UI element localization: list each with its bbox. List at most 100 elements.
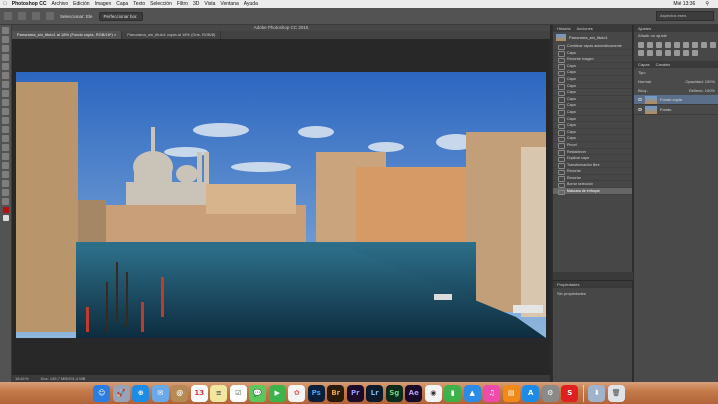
history-item[interactable]: Capa bbox=[553, 116, 632, 123]
ibooks-icon[interactable]: ▤ bbox=[502, 384, 520, 402]
layer-kind-select[interactable]: Tipo bbox=[638, 70, 646, 75]
history-item[interactable]: Capa bbox=[553, 102, 632, 109]
calendar-icon[interactable]: 13 bbox=[190, 384, 208, 402]
refine-edge-button[interactable]: Perfeccionar bor. bbox=[98, 11, 143, 21]
workspace-select[interactable]: Aspectos esen. bbox=[656, 11, 714, 21]
menu-texto[interactable]: Texto bbox=[133, 0, 145, 8]
system-preferences-icon[interactable]: ⚙ bbox=[541, 384, 559, 402]
zoom-level[interactable]: 18,61% bbox=[15, 375, 29, 382]
safari-icon[interactable]: ⊕ bbox=[132, 384, 150, 402]
eyedropper-tool-icon[interactable] bbox=[2, 72, 9, 79]
marquee-tool-icon[interactable] bbox=[2, 36, 9, 43]
menu-ventana[interactable]: Ventana bbox=[220, 0, 238, 8]
history-item[interactable]: Recortar imagen bbox=[553, 56, 632, 63]
history-item[interactable]: Transformación libre bbox=[553, 162, 632, 169]
new-selection-icon[interactable] bbox=[18, 12, 26, 20]
eye-icon[interactable] bbox=[638, 98, 642, 101]
menu-capa[interactable]: Capa bbox=[116, 0, 128, 8]
brush-tool-icon[interactable] bbox=[2, 90, 9, 97]
posterize-icon[interactable] bbox=[665, 50, 671, 56]
background-color-swatch[interactable] bbox=[2, 215, 9, 221]
menu-ayuda[interactable]: Ayuda bbox=[244, 0, 258, 8]
contacts-icon[interactable]: @ bbox=[171, 384, 189, 402]
menu-filtro[interactable]: Filtro bbox=[177, 0, 188, 8]
tool-preset-icon[interactable] bbox=[4, 12, 12, 20]
history-item[interactable]: Capa bbox=[553, 89, 632, 96]
vibrance-icon[interactable] bbox=[674, 42, 680, 48]
add-selection-icon[interactable] bbox=[32, 12, 40, 20]
pen-tool-icon[interactable] bbox=[2, 153, 9, 160]
history-item[interactable]: Capa bbox=[553, 109, 632, 116]
photos-icon[interactable]: ✿ bbox=[288, 384, 306, 402]
menu-edicion[interactable]: Edición bbox=[73, 0, 89, 8]
photo-filter-icon[interactable] bbox=[710, 42, 716, 48]
launchpad-icon[interactable]: 🚀 bbox=[112, 384, 130, 402]
tab-layers[interactable]: Capas bbox=[638, 61, 650, 68]
history-brush-icon[interactable] bbox=[2, 108, 9, 115]
messages-icon[interactable]: 💬 bbox=[249, 384, 267, 402]
exposure-icon[interactable] bbox=[665, 42, 671, 48]
balance-icon[interactable] bbox=[692, 42, 698, 48]
tab-actions[interactable]: Acciones bbox=[577, 25, 593, 32]
threshold-icon[interactable] bbox=[674, 50, 680, 56]
mail-icon[interactable]: ✉ bbox=[151, 384, 169, 402]
fill-field[interactable]: Relleno: 100% bbox=[689, 88, 715, 93]
history-item[interactable]: Combinar capas automáticamente bbox=[553, 43, 632, 50]
itunes-icon[interactable]: ♫ bbox=[483, 384, 501, 402]
bridge-icon[interactable]: Br bbox=[327, 384, 345, 402]
tab-properties[interactable]: Propiedades bbox=[557, 281, 579, 288]
history-snapshot[interactable]: Panorama_sin_titulo1 bbox=[553, 32, 632, 43]
history-item[interactable]: Recortar bbox=[553, 168, 632, 175]
menu-imagen[interactable]: Imagen bbox=[95, 0, 112, 8]
apple-icon[interactable]:  bbox=[3, 0, 7, 8]
shape-tool-icon[interactable] bbox=[2, 180, 9, 187]
hue-icon[interactable] bbox=[683, 42, 689, 48]
history-item[interactable]: Capa bbox=[553, 69, 632, 76]
tab-adjustments[interactable]: Ajustes bbox=[638, 25, 651, 32]
sample-label[interactable]: Seleccionar: Ele bbox=[60, 14, 93, 19]
invert-icon[interactable] bbox=[656, 50, 662, 56]
premiere-icon[interactable]: Pr bbox=[346, 384, 364, 402]
dodge-tool-icon[interactable] bbox=[2, 144, 9, 151]
path-select-icon[interactable] bbox=[2, 171, 9, 178]
downloads-icon[interactable]: ⬇ bbox=[588, 384, 606, 402]
brightness-icon[interactable] bbox=[638, 42, 644, 48]
move-tool-icon[interactable] bbox=[2, 27, 9, 34]
tab-channels[interactable]: Canales bbox=[656, 61, 671, 68]
curves-icon[interactable] bbox=[656, 42, 662, 48]
levels-icon[interactable] bbox=[647, 42, 653, 48]
gradient-tool-icon[interactable] bbox=[2, 126, 9, 133]
history-item-selected[interactable]: Máscara de enfoque bbox=[553, 188, 632, 195]
history-item[interactable]: Capa bbox=[553, 129, 632, 136]
blur-tool-icon[interactable] bbox=[2, 135, 9, 142]
zoom-tool-icon[interactable] bbox=[2, 198, 9, 205]
healing-tool-icon[interactable] bbox=[2, 81, 9, 88]
tab-document-2[interactable]: Panorama_sin_titulo1 copia al 18% (Gris,… bbox=[122, 31, 222, 39]
history-item[interactable]: Recortar bbox=[553, 175, 632, 182]
menu-vista[interactable]: Vista bbox=[204, 0, 215, 8]
channel-mixer-icon[interactable] bbox=[638, 50, 644, 56]
s-app-icon[interactable]: S bbox=[561, 384, 579, 402]
bw-icon[interactable] bbox=[701, 42, 707, 48]
color-lookup-icon[interactable] bbox=[647, 50, 653, 56]
eraser-tool-icon[interactable] bbox=[2, 117, 9, 124]
speedgrade-icon[interactable]: Sg bbox=[385, 384, 403, 402]
preview-icon[interactable]: ◉ bbox=[424, 384, 442, 402]
tab-history[interactable]: Historia bbox=[557, 25, 571, 32]
numbers-icon[interactable]: ▮ bbox=[444, 384, 462, 402]
menu-3d[interactable]: 3D bbox=[193, 0, 199, 8]
photoshop-icon[interactable]: Ps bbox=[307, 384, 325, 402]
lightroom-icon[interactable]: Lr bbox=[366, 384, 384, 402]
document-image[interactable] bbox=[16, 72, 546, 338]
lasso-tool-icon[interactable] bbox=[2, 45, 9, 52]
keynote-icon[interactable]: ▲ bbox=[463, 384, 481, 402]
history-item[interactable]: Capa bbox=[553, 135, 632, 142]
history-item[interactable]: Capa bbox=[553, 83, 632, 90]
history-item[interactable]: Capa bbox=[553, 122, 632, 129]
foreground-color-swatch[interactable] bbox=[2, 207, 9, 213]
reminders-icon[interactable]: ☑ bbox=[229, 384, 247, 402]
gradient-map-icon[interactable] bbox=[683, 50, 689, 56]
history-item[interactable]: Duplicar capa bbox=[553, 155, 632, 162]
after-effects-icon[interactable]: Ae bbox=[405, 384, 423, 402]
selective-color-icon[interactable] bbox=[692, 50, 698, 56]
